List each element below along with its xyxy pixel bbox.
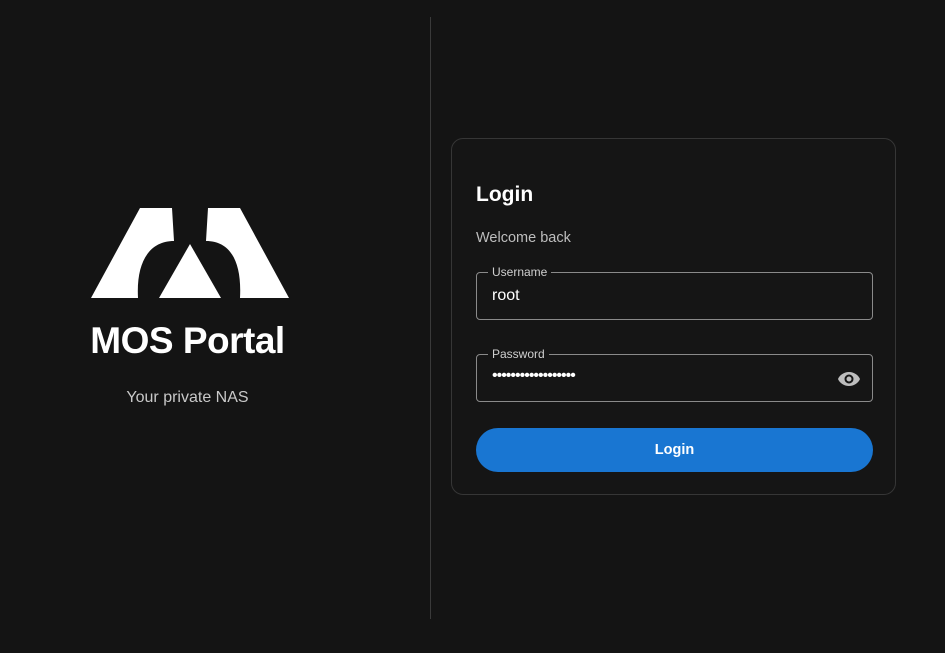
username-field[interactable]: Username root — [476, 264, 873, 320]
password-field[interactable]: Password •••••••••••••••••• — [476, 346, 873, 402]
mos-logo-icon — [91, 208, 289, 298]
vertical-divider — [430, 17, 431, 619]
username-label: Username — [488, 264, 552, 280]
brand-subtitle: Your private NAS — [126, 389, 249, 406]
username-value[interactable]: root — [492, 287, 520, 305]
login-page: MOS Portal Your private NAS Login Welcom… — [0, 0, 945, 653]
brand-title: MOS Portal — [90, 320, 285, 361]
eye-icon[interactable] — [837, 367, 861, 391]
login-card: Login Welcome back Username root Passwor… — [451, 138, 896, 495]
login-button[interactable]: Login — [476, 428, 873, 472]
welcome-text: Welcome back — [476, 230, 571, 246]
login-title: Login — [476, 183, 534, 206]
password-value[interactable]: •••••••••••••••••• — [492, 367, 576, 385]
brand-panel: MOS Portal Your private NAS — [0, 0, 375, 653]
password-label: Password — [488, 346, 549, 362]
